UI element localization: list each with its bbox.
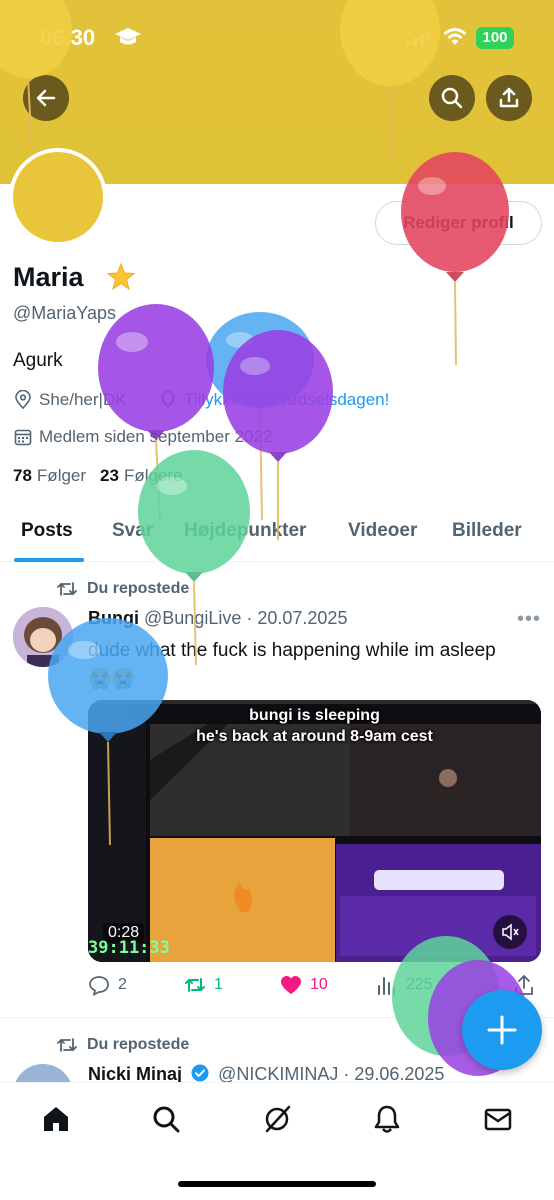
compose-post-button[interactable]: [462, 990, 542, 1070]
search-icon[interactable]: [150, 1103, 182, 1135]
balloon-yellow-left: [0, 0, 72, 151]
birthday-balloons-overlay: [0, 0, 528, 1076]
balloon-yellow-right: [340, 0, 440, 161]
balloon-blue-left: [48, 618, 168, 846]
home-icon[interactable]: [40, 1103, 72, 1135]
balloon-red: [401, 152, 509, 366]
home-indicator: [178, 1181, 376, 1187]
bell-icon[interactable]: [371, 1103, 403, 1135]
mail-icon[interactable]: [482, 1103, 514, 1135]
plus-icon: [487, 1015, 517, 1045]
balloon-green: [138, 450, 250, 666]
grok-icon[interactable]: [261, 1103, 293, 1135]
